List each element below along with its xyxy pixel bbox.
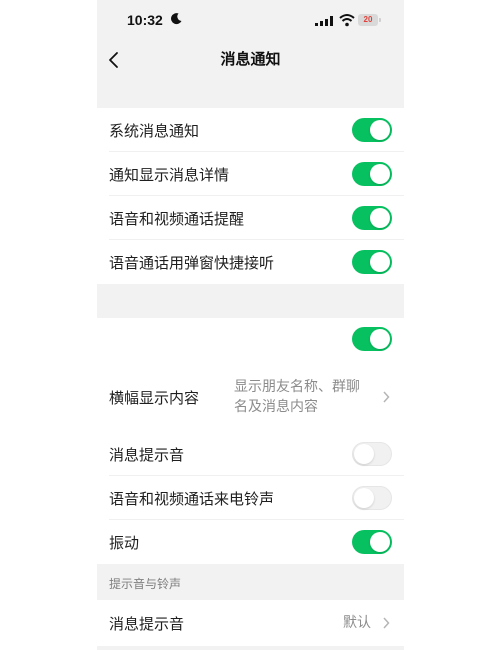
toggle-switch[interactable] [352, 442, 392, 466]
setting-row-system-notification: 系统消息通知 [97, 108, 404, 152]
chevron-right-icon [383, 617, 390, 629]
setting-row-call-ringtone: 语音和视频通话来电铃声 [97, 476, 404, 520]
nav-bar: 消息通知 [97, 40, 404, 108]
page-title: 消息通知 [220, 50, 281, 68]
toggle-switch[interactable] [352, 530, 392, 554]
section-gap [97, 284, 404, 318]
section-header: 提示音与铃声 [109, 577, 182, 591]
setting-value-line: 名及消息内容 [234, 399, 318, 415]
setting-row-vibrate: 振动 [97, 520, 404, 564]
setting-label: 语音和视频通话提醒 [109, 210, 245, 228]
setting-label: 消息提示音 [109, 615, 185, 633]
toggle-switch[interactable] [352, 486, 392, 510]
setting-value-line: 显示朋友名称、群聊 [234, 379, 360, 395]
setting-row-quick-answer: 语音通话用弹窗快捷接听 [97, 240, 404, 284]
toggle-knob [370, 120, 390, 140]
setting-label: 消息提示音 [109, 446, 185, 464]
setting-row-call-reminder: 语音和视频通话提醒 [97, 196, 404, 240]
setting-label: 语音通话用弹窗快捷接听 [109, 254, 275, 272]
toggle-knob [370, 252, 390, 272]
toggle-knob [370, 164, 390, 184]
bottom-gap [97, 646, 404, 650]
toggle-knob [354, 444, 374, 464]
toggle-knob [370, 329, 390, 349]
signal-icon [315, 16, 333, 26]
chevron-right-icon [383, 391, 390, 403]
setting-row-unlabeled-toggle [97, 318, 404, 360]
setting-label: 通知显示消息详情 [109, 166, 230, 184]
toggle-switch[interactable] [352, 206, 392, 230]
wifi-icon [339, 14, 355, 27]
setting-label: 系统消息通知 [109, 122, 200, 140]
section-header-bar: 提示音与铃声 [97, 564, 404, 600]
setting-row-banner-content[interactable]: 横幅显示内容 显示朋友名称、群聊 名及消息内容 [97, 360, 404, 432]
setting-value: 默认 [343, 615, 371, 631]
setting-value: 显示朋友名称、群聊 名及消息内容 [234, 377, 360, 417]
toggle-knob [370, 532, 390, 552]
toggle-knob [370, 208, 390, 228]
toggle-switch[interactable] [352, 118, 392, 142]
battery-icon: 20 [358, 14, 381, 26]
setting-label: 振动 [109, 534, 140, 552]
setting-label: 语音和视频通话来电铃声 [109, 490, 275, 508]
status-time: 10:32 [127, 12, 163, 28]
toggle-switch[interactable] [352, 250, 392, 274]
setting-row-sound-default[interactable]: 消息提示音 默认 [97, 600, 404, 646]
toggle-switch[interactable] [352, 162, 392, 186]
toggle-knob [354, 488, 374, 508]
phone-screen: 10:32 20 消息通知 系统消息通知 通知显示消息详情 语音和视频通话提醒 … [97, 0, 404, 650]
status-bar: 10:32 20 [97, 0, 404, 40]
setting-row-message-sound: 消息提示音 [97, 432, 404, 476]
toggle-switch[interactable] [352, 327, 392, 351]
setting-label: 横幅显示内容 [109, 389, 200, 407]
moon-icon [171, 13, 182, 25]
setting-row-show-details: 通知显示消息详情 [97, 152, 404, 196]
